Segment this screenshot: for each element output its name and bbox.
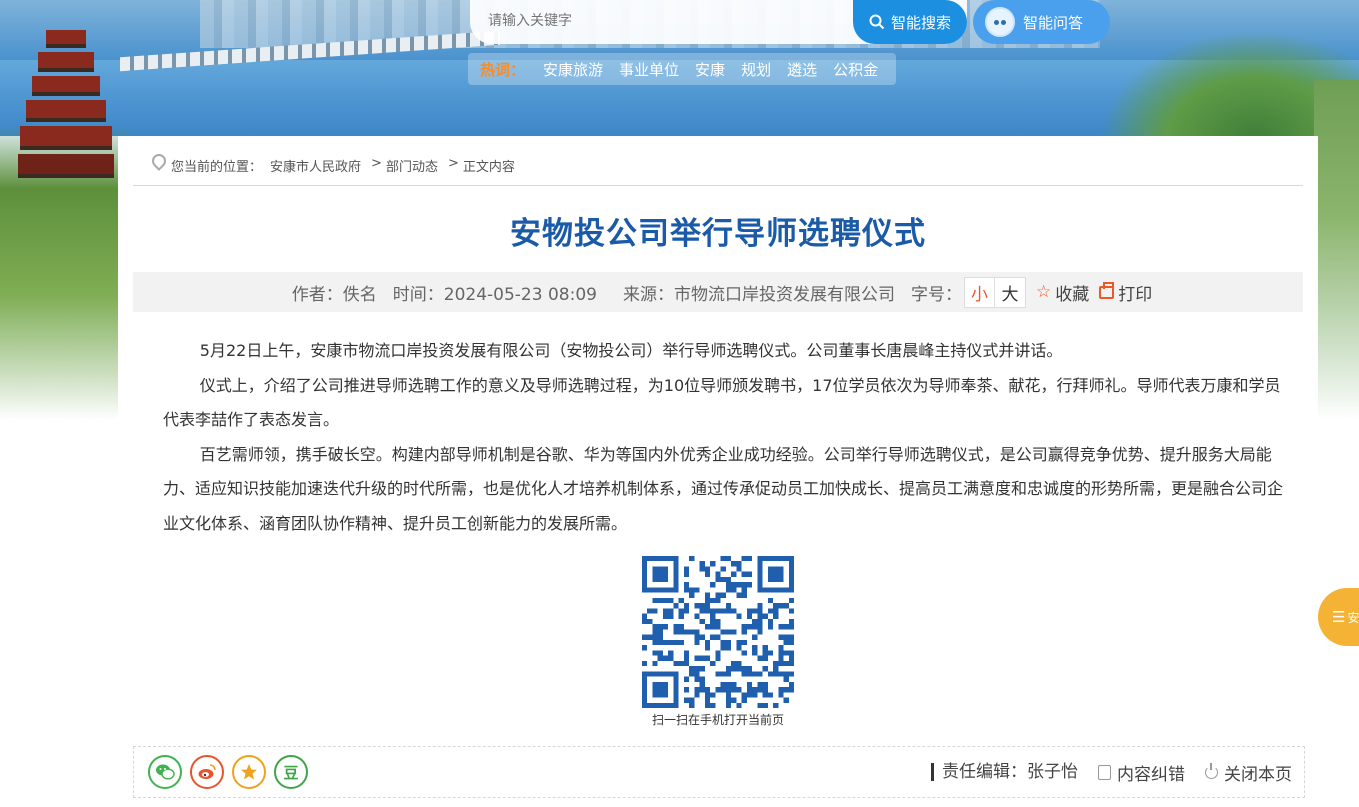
article-paragraph: 百艺需师领，携手破长空。构建内部导师机制是谷歌、华为等国内外优秀企业成功经验。公…	[163, 444, 1284, 533]
responsible-editor: 责任编辑：张子怡	[931, 763, 1078, 781]
article-paragraph: 仪式上，介绍了公司推进导师选聘工作的意义及导师选聘过程，为10位导师颁发聘书，1…	[163, 375, 1281, 430]
robot-icon	[985, 7, 1015, 37]
content-panel: 您当前的位置： 安康市人民政府 > 部门动态 > 正文内容 安物投公司举行导师选…	[118, 136, 1318, 807]
star-icon: ☆	[1035, 282, 1052, 302]
hot-word-link[interactable]: 公积金	[833, 59, 878, 80]
font-large-button[interactable]: 大	[995, 278, 1025, 307]
breadcrumb-separator: >	[447, 156, 459, 171]
print-label: 打印	[1118, 284, 1153, 305]
side-menu-label: 安	[1347, 610, 1359, 625]
menu-list-icon: ☰	[1332, 608, 1346, 626]
printer-icon	[1099, 281, 1115, 299]
article-title: 安物投公司举行导师选聘仪式	[510, 216, 926, 252]
article-body: 5月22日上午，安康市物流口岸投资发展有限公司（安物投公司）举行导师选聘仪式。公…	[163, 334, 1293, 541]
left-decoration	[0, 0, 130, 420]
pagoda-image	[18, 20, 114, 180]
weibo-icon[interactable]	[190, 755, 224, 789]
search-input[interactable]	[488, 10, 848, 32]
qzone-icon[interactable]	[232, 755, 266, 789]
close-page-button[interactable]: 关闭本页	[1205, 760, 1292, 785]
article-source: 来源：市物流口岸投资发展有限公司	[622, 284, 895, 305]
breadcrumb-dept-news[interactable]: 部门动态	[386, 156, 438, 175]
smart-qa-label: 智能问答	[1023, 13, 1084, 32]
qr-code-image	[642, 556, 794, 708]
smart-qa-button[interactable]: 智能问答	[973, 0, 1110, 44]
smart-search-label: 智能搜索	[890, 13, 951, 32]
hot-words-label: 热词：	[480, 60, 526, 79]
hot-word-link[interactable]: 安康	[695, 59, 725, 80]
breadcrumb-prefix: 您当前的位置：	[171, 160, 263, 175]
breadcrumb-separator: >	[371, 156, 382, 171]
hot-word-link[interactable]: 规划	[741, 59, 771, 80]
search-icon	[869, 14, 885, 30]
breadcrumb: 您当前的位置： 安康市人民政府 > 部门动态 > 正文内容	[133, 156, 1303, 186]
hot-word-link[interactable]: 遴选	[787, 59, 817, 80]
right-decoration	[1314, 80, 1359, 420]
floating-side-menu[interactable]: ☰ 安	[1318, 588, 1359, 646]
douban-icon[interactable]: 豆	[274, 755, 308, 789]
close-page-label: 关闭本页	[1224, 764, 1292, 785]
document-icon	[1098, 764, 1111, 780]
breadcrumb-home[interactable]: 安康市人民政府	[270, 156, 361, 175]
article-author: 作者：佚名	[291, 284, 377, 305]
content-correction-button[interactable]: 内容纠错	[1098, 760, 1185, 785]
hot-word-link[interactable]: 安康旅游	[543, 59, 603, 80]
hot-word-link[interactable]: 事业单位	[619, 59, 679, 80]
content-correction-label: 内容纠错	[1117, 764, 1185, 785]
qr-caption: 扫一扫在手机打开当前页	[651, 713, 784, 727]
font-size-switch: 小 大	[963, 276, 1026, 308]
font-size-label: 字号：	[910, 284, 962, 305]
wechat-icon[interactable]	[148, 755, 182, 789]
font-small-button[interactable]: 小	[965, 277, 995, 307]
article-time: 时间：2024-05-23 08:09	[392, 284, 597, 305]
footer-actions: 责任编辑：张子怡 内容纠错 关闭本页	[931, 760, 1292, 785]
breadcrumb-current: 正文内容	[462, 160, 515, 175]
article-footer: 豆 责任编辑：张子怡 内容纠错 关闭本页	[133, 746, 1305, 798]
power-icon	[1205, 762, 1218, 779]
favorite-button[interactable]: ☆ 收藏	[1036, 280, 1089, 305]
article-meta-bar: 作者：佚名 时间：2024-05-23 08:09 来源：市物流口岸投资发展有限…	[133, 272, 1303, 312]
print-button[interactable]: 打印	[1099, 280, 1152, 305]
smart-search-button[interactable]: 智能搜索	[853, 0, 967, 44]
location-pin-icon	[151, 154, 163, 170]
favorite-label: 收藏	[1055, 284, 1090, 305]
hot-words-bar: 热词： 安康旅游 事业单位 安康 规划 遴选 公积金	[468, 53, 897, 85]
article-paragraph: 5月22日上午，安康市物流口岸投资发展有限公司（安物投公司）举行导师选聘仪式。公…	[199, 341, 1063, 360]
share-bar: 豆	[148, 755, 308, 789]
